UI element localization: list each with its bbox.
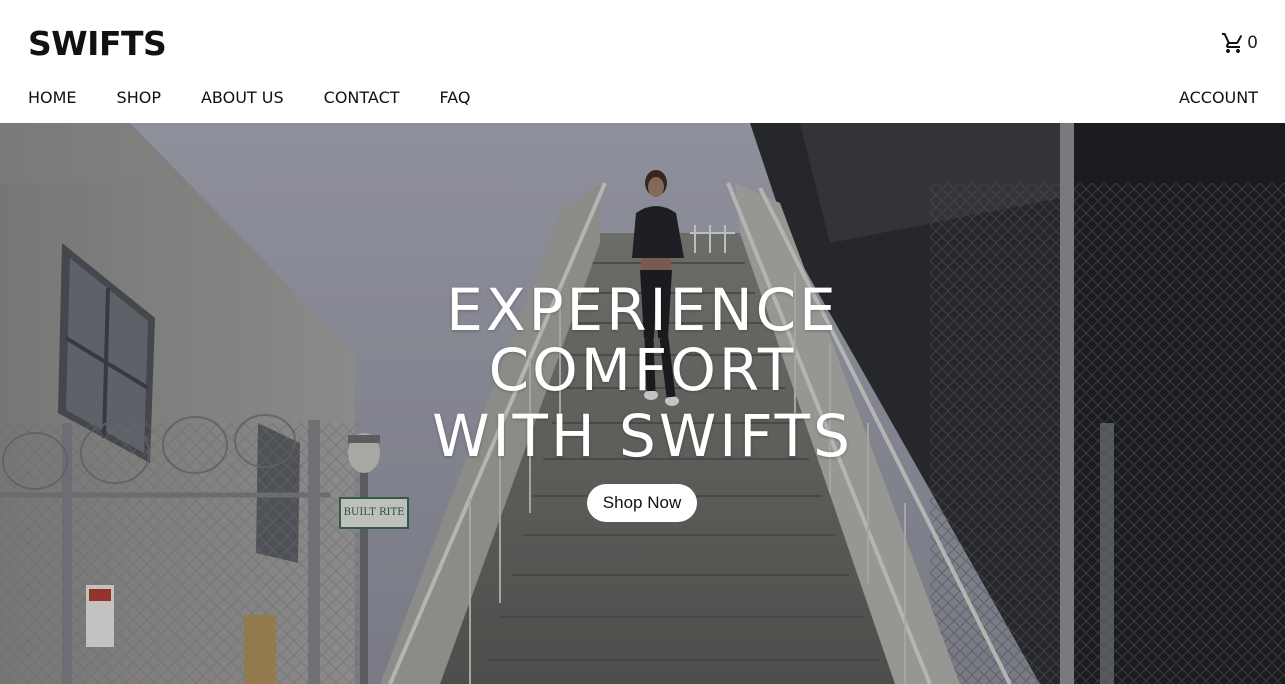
shop-now-button[interactable]: Shop Now xyxy=(587,484,697,522)
nav-item-shop[interactable]: SHOP xyxy=(117,88,161,108)
brand-logo[interactable]: SWIFTS xyxy=(28,25,167,63)
cart-button[interactable]: 0 xyxy=(1221,31,1258,55)
site-header: SWIFTS 0 HOME SHOP ABOUT US CONTACT FAQ … xyxy=(0,0,1285,123)
hero-headline-line1: EXPERIENCE xyxy=(446,276,839,344)
shopping-cart-icon xyxy=(1221,31,1245,55)
hero-banner: BUILT RITE EXPERIENCE COMFORT WITH SWIFT… xyxy=(0,123,1285,684)
nav-item-about-us[interactable]: ABOUT US xyxy=(201,88,284,108)
main-nav: HOME SHOP ABOUT US CONTACT FAQ xyxy=(28,88,511,108)
cart-count-badge: 0 xyxy=(1247,33,1258,53)
nav-item-home[interactable]: HOME xyxy=(28,88,77,108)
hero-headline-line3: WITH SWIFTS xyxy=(432,402,853,470)
nav-item-faq[interactable]: FAQ xyxy=(440,88,471,108)
hero-headline: EXPERIENCE COMFORT WITH SWIFTS xyxy=(0,280,1285,466)
nav-item-contact[interactable]: CONTACT xyxy=(324,88,400,108)
hero-headline-line2: COMFORT xyxy=(488,336,797,404)
account-link[interactable]: ACCOUNT xyxy=(1179,88,1258,108)
